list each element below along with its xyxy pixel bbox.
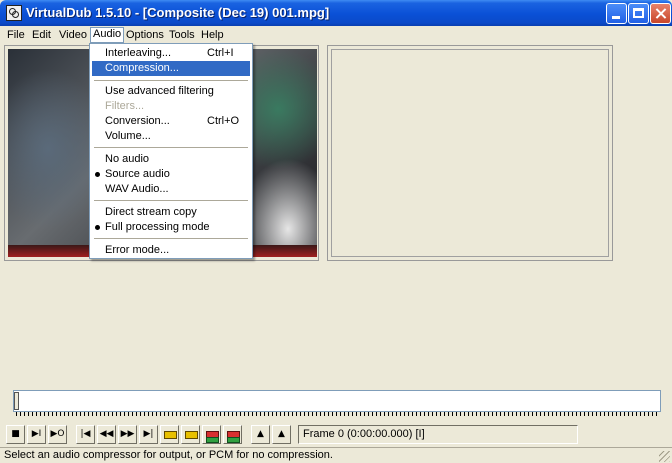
- menu-item-conversion[interactable]: Conversion... Ctrl+O: [92, 114, 250, 129]
- timeline-slider[interactable]: [13, 390, 661, 412]
- output-video-frame: [331, 49, 609, 257]
- menu-bar: File Edit Video Audio Options Tools Help: [0, 26, 672, 44]
- forward-button[interactable]: ▶▶: [118, 425, 137, 444]
- menu-item-direct-stream-copy[interactable]: Direct stream copy: [92, 205, 250, 220]
- menu-item-source-audio[interactable]: Source audio: [92, 167, 250, 182]
- menu-item-error-mode[interactable]: Error mode...: [92, 243, 250, 258]
- radio-bullet-icon: [95, 225, 100, 230]
- menu-item-filters: Filters...: [105, 100, 145, 112]
- menu-separator: [94, 200, 248, 201]
- back-icon: ◀◀: [99, 429, 114, 439]
- mark-in-icon: ▲: [257, 429, 264, 439]
- radio-bullet-icon: [95, 172, 100, 177]
- timeline-ticks: [16, 412, 660, 416]
- play-input-icon: ▶I: [31, 429, 42, 439]
- menu-separator: [94, 238, 248, 239]
- menu-item-compression[interactable]: Compression...: [92, 61, 250, 76]
- stop-icon: ■: [11, 429, 20, 439]
- forward-icon: ▶▶: [120, 429, 135, 439]
- menu-edit[interactable]: Edit: [30, 28, 53, 42]
- menu-item-advanced-filtering[interactable]: Use advanced filtering: [92, 84, 250, 99]
- status-text: Select an audio compressor for output, o…: [4, 449, 333, 461]
- menu-item-wav-audio[interactable]: WAV Audio...: [92, 182, 250, 197]
- menu-item-interleaving[interactable]: Interleaving... Ctrl+I: [92, 46, 250, 61]
- close-button[interactable]: [650, 3, 671, 24]
- resize-grip-icon[interactable]: [659, 451, 670, 462]
- prev-keyframe-icon: [164, 431, 177, 439]
- menu-audio[interactable]: Audio: [90, 27, 125, 43]
- menu-item-volume[interactable]: Volume...: [92, 129, 250, 144]
- end-button[interactable]: ▶|: [139, 425, 158, 444]
- menu-file[interactable]: File: [5, 28, 27, 42]
- virtualdub-film-icon[interactable]: [6, 5, 22, 21]
- menu-options[interactable]: Options: [124, 28, 166, 42]
- mark-out-button[interactable]: ▲: [272, 425, 291, 444]
- start-button[interactable]: |◀: [76, 425, 95, 444]
- start-icon: |◀: [80, 429, 91, 439]
- prev-keyframe-button[interactable]: [160, 425, 179, 444]
- menu-help[interactable]: Help: [199, 28, 226, 42]
- play-input-button[interactable]: ▶I: [27, 425, 46, 444]
- menu-separator: [94, 80, 248, 81]
- mark-out-icon: ▲: [278, 429, 285, 439]
- maximize-button[interactable]: [628, 3, 649, 24]
- frame-position-readout: Frame 0 (0:00:00.000) [I]: [298, 425, 578, 444]
- output-video-pane[interactable]: [327, 45, 613, 261]
- play-output-button[interactable]: ▶O: [48, 425, 67, 444]
- mark-in-button[interactable]: ▲: [251, 425, 270, 444]
- audio-dropdown-menu: Interleaving... Ctrl+I Compression... Us…: [89, 43, 253, 259]
- menu-item-full-processing[interactable]: Full processing mode: [92, 220, 250, 235]
- prev-scene-button[interactable]: [202, 425, 221, 444]
- timeline-thumb[interactable]: [14, 392, 19, 410]
- next-keyframe-button[interactable]: [181, 425, 200, 444]
- menu-separator: [94, 147, 248, 148]
- menu-video[interactable]: Video: [57, 28, 89, 42]
- window-title: VirtualDub 1.5.10 - [Composite (Dec 19) …: [26, 5, 330, 20]
- title-bar[interactable]: VirtualDub 1.5.10 - [Composite (Dec 19) …: [0, 0, 672, 26]
- stop-button[interactable]: ■: [6, 425, 25, 444]
- menu-tools[interactable]: Tools: [167, 28, 197, 42]
- next-keyframe-icon: [185, 431, 198, 439]
- minimize-button[interactable]: [606, 3, 627, 24]
- menu-item-no-audio[interactable]: No audio: [92, 152, 250, 167]
- play-output-icon: ▶O: [50, 429, 65, 439]
- status-bar: Select an audio compressor for output, o…: [0, 447, 672, 463]
- back-button[interactable]: ◀◀: [97, 425, 116, 444]
- next-scene-button[interactable]: [223, 425, 242, 444]
- end-icon: ▶|: [143, 429, 154, 439]
